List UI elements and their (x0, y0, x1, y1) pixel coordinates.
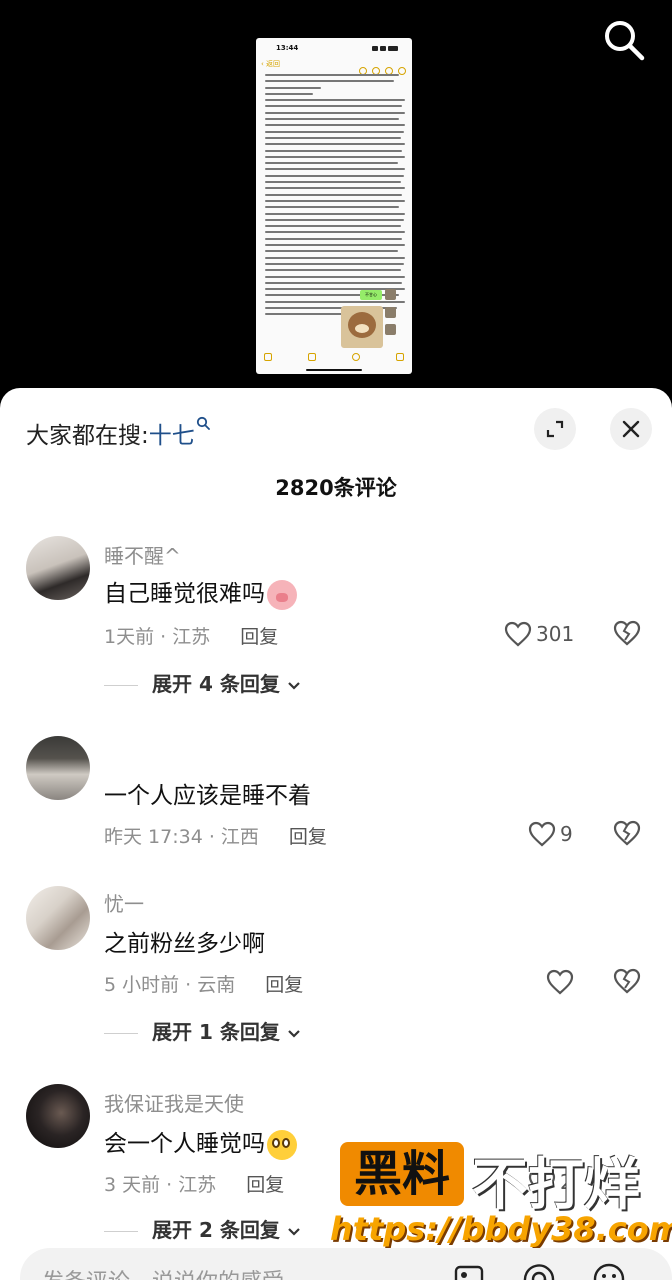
avatar[interactable] (26, 536, 90, 600)
divider-dash (104, 685, 138, 686)
comment-meta: 1天前 · 江苏 回复 (104, 622, 278, 649)
comment-item: 一个人应该是睡不着 昨天 17:34 · 江西 回复 9 (0, 736, 672, 856)
heart-eyes-emoji (267, 1129, 297, 1160)
comment-item: 睡不醒^ 自己睡觉很难吗 1天前 · 江苏 回复 301 展开 4 条回复 (0, 534, 672, 704)
reply-button[interactable]: 回复 (289, 826, 327, 848)
chevron-down-icon (288, 682, 300, 690)
heart-icon (546, 969, 574, 994)
comment-item: 忧一 之前粉丝多少啊 5 小时前 · 云南 回复 展开 1 条回复 (0, 884, 672, 1054)
dislike-button[interactable] (612, 968, 642, 994)
smiley-icon (593, 1263, 625, 1280)
comment-time-location: 1天前 · 江苏 (104, 626, 211, 648)
avatar[interactable] (26, 1084, 90, 1148)
broken-heart-icon (613, 620, 641, 646)
search-button[interactable] (600, 16, 648, 64)
watermark-logo-text: 不打烊 (472, 1153, 640, 1218)
heart-icon (504, 621, 532, 646)
comment-input[interactable]: 发条评论，说说你的感受 (42, 1264, 284, 1280)
phone-status-icons (370, 45, 400, 51)
hot-search-link[interactable]: 大家都在搜:十七 (26, 416, 210, 450)
broken-heart-icon (613, 968, 641, 994)
image-picker-button[interactable] (452, 1262, 486, 1280)
phone-chat-avatar (385, 307, 396, 318)
like-button[interactable]: 301 (504, 620, 574, 647)
comment-meta: 3 天前 · 江苏 回复 (104, 1170, 284, 1197)
comment-time-location: 3 天前 · 江苏 (104, 1174, 217, 1196)
avatar[interactable] (26, 886, 90, 950)
phone-status-bar: 13:44 (256, 38, 412, 56)
comment-time-location: 昨天 17:34 · 江西 (104, 826, 259, 848)
broken-heart-icon (613, 820, 641, 846)
phone-notes-toolbar: ‹ 返回 (256, 58, 412, 75)
comment-text: 一个人应该是睡不着 (104, 783, 311, 809)
hot-search-keyword[interactable]: 十七 (149, 423, 195, 449)
divider-dash (104, 1033, 138, 1034)
reply-button[interactable]: 回复 (265, 974, 303, 996)
phone-chat-avatar (385, 289, 396, 300)
comment-text: 之前粉丝多少啊 (104, 931, 265, 957)
mention-button[interactable] (522, 1262, 556, 1280)
like-count: 301 (536, 621, 575, 646)
phone-home-indicator (306, 369, 362, 371)
chevron-down-icon (288, 1228, 300, 1236)
at-sign-icon (523, 1264, 555, 1280)
pig-face-emoji (267, 579, 297, 610)
phone-chat-avatar (385, 324, 396, 335)
phone-time: 13:44 (276, 44, 299, 52)
heart-icon (528, 821, 556, 846)
phone-bear-sticker (341, 306, 383, 348)
comment-time-location: 5 小时前 · 云南 (104, 974, 236, 996)
watermark-url: https://bbdy38.com (330, 1210, 672, 1248)
expand-replies-button[interactable]: 展开 4 条回复 (104, 668, 301, 697)
dislike-button[interactable] (612, 620, 642, 646)
comment-username[interactable]: 忧一 (104, 888, 144, 917)
comment-sheet: 大家都在搜:十七 2820条评论 睡不醒^ 自己睡觉很难吗 1天前 · 江苏 回复… (0, 388, 672, 1280)
reply-button[interactable]: 回复 (246, 1174, 284, 1196)
comment-count: 2820条评论 (275, 476, 397, 500)
comment-text: 会一个人睡觉吗 (104, 1124, 297, 1160)
dislike-button[interactable] (612, 820, 642, 846)
reply-button[interactable]: 回复 (240, 626, 278, 648)
expand-sheet-button[interactable] (534, 408, 576, 450)
phone-note-text-lines (265, 74, 405, 320)
search-icon (605, 21, 645, 61)
expand-replies-button[interactable]: 展开 1 条回复 (104, 1016, 301, 1045)
close-sheet-button[interactable] (610, 408, 652, 450)
image-icon (454, 1265, 484, 1280)
expand-icon (546, 420, 564, 438)
comment-text: 自己睡觉很难吗 (104, 574, 297, 610)
video-frame-notes-screenshot: 13:44 ‹ 返回 不甘心 (256, 38, 412, 374)
close-icon (622, 420, 640, 438)
comment-username[interactable]: 我保证我是天使 (104, 1088, 244, 1117)
search-icon (196, 416, 210, 430)
phone-back-label: ‹ 返回 (261, 60, 281, 68)
comment-input-bar[interactable]: 发条评论，说说你的感受 (20, 1248, 672, 1280)
video-player[interactable]: 13:44 ‹ 返回 不甘心 (0, 0, 672, 400)
comment-meta: 5 小时前 · 云南 回复 (104, 970, 303, 997)
expand-replies-button[interactable]: 展开 2 条回复 (104, 1214, 301, 1243)
phone-green-bubble: 不甘心 (360, 290, 382, 300)
emoji-button[interactable] (592, 1262, 626, 1280)
hot-search-prefix: 大家都在搜: (26, 423, 149, 449)
chevron-down-icon (288, 1030, 300, 1038)
watermark-logo-box: 黑料 (340, 1142, 464, 1206)
comment-meta: 昨天 17:34 · 江西 回复 (104, 822, 327, 849)
like-count: 9 (560, 821, 573, 846)
like-button[interactable] (546, 968, 574, 995)
avatar[interactable] (26, 736, 90, 800)
divider-dash (104, 1231, 138, 1232)
like-button[interactable]: 9 (528, 820, 573, 847)
comment-username[interactable]: 睡不醒^ (104, 540, 181, 569)
